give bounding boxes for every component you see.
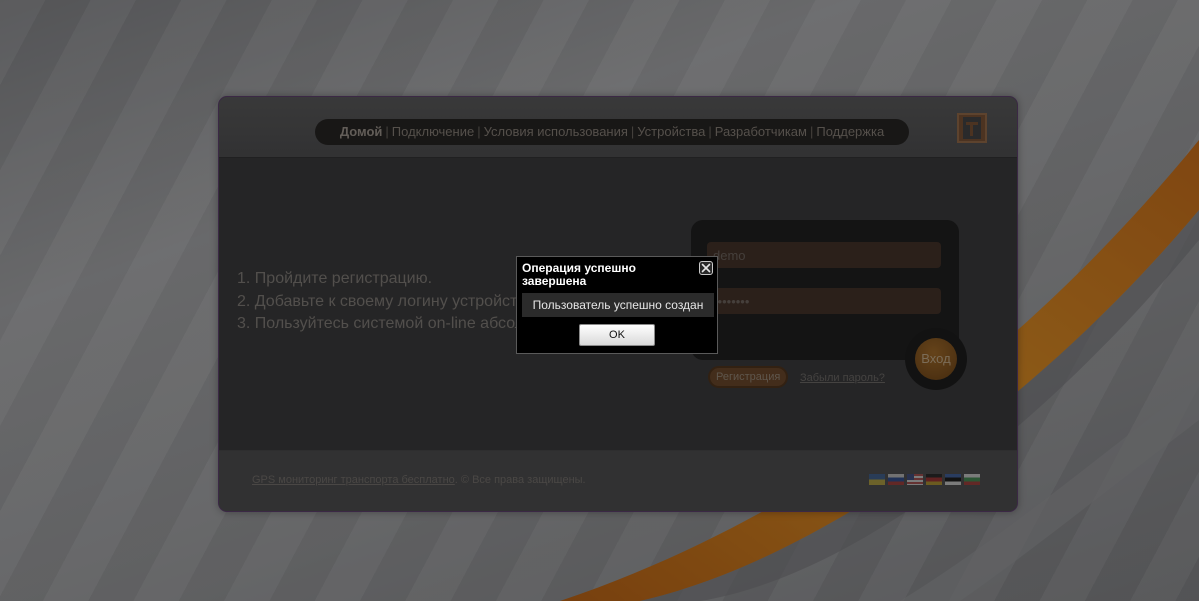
ok-button[interactable]: OK bbox=[579, 324, 655, 346]
success-dialog: Операция успешно завершена Пользователь … bbox=[516, 256, 718, 354]
dialog-title: Операция успешно завершена bbox=[522, 261, 636, 288]
dialog-message: Пользователь успешно создан bbox=[522, 293, 714, 317]
close-icon bbox=[701, 263, 711, 273]
dialog-close-button[interactable] bbox=[699, 261, 713, 275]
